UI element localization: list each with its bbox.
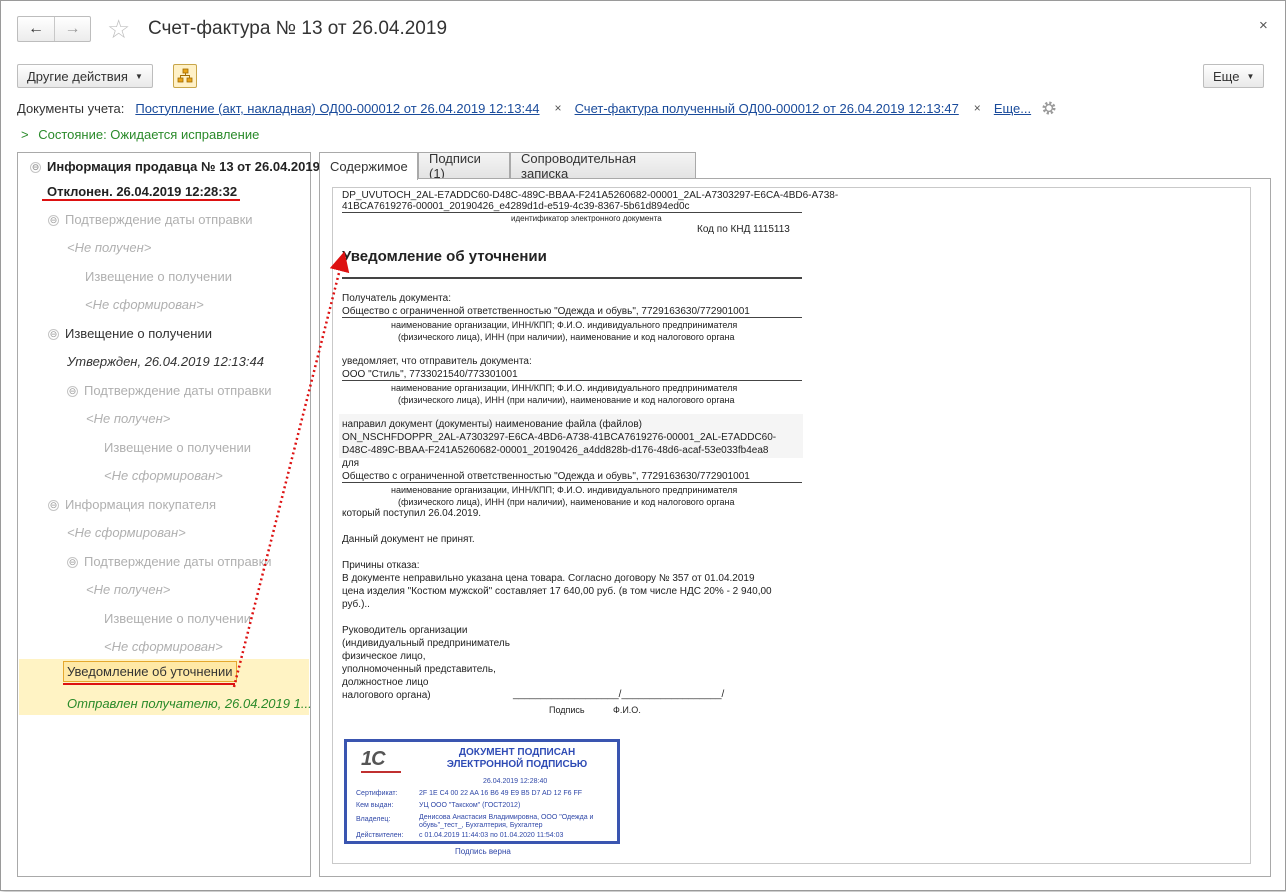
red-arrow-annotation: [232, 251, 350, 688]
tab-content[interactable]: Содержимое: [319, 152, 418, 180]
document-window: ← → ☆ Счет-фактура № 13 от 26.04.2019 × …: [0, 0, 1286, 891]
